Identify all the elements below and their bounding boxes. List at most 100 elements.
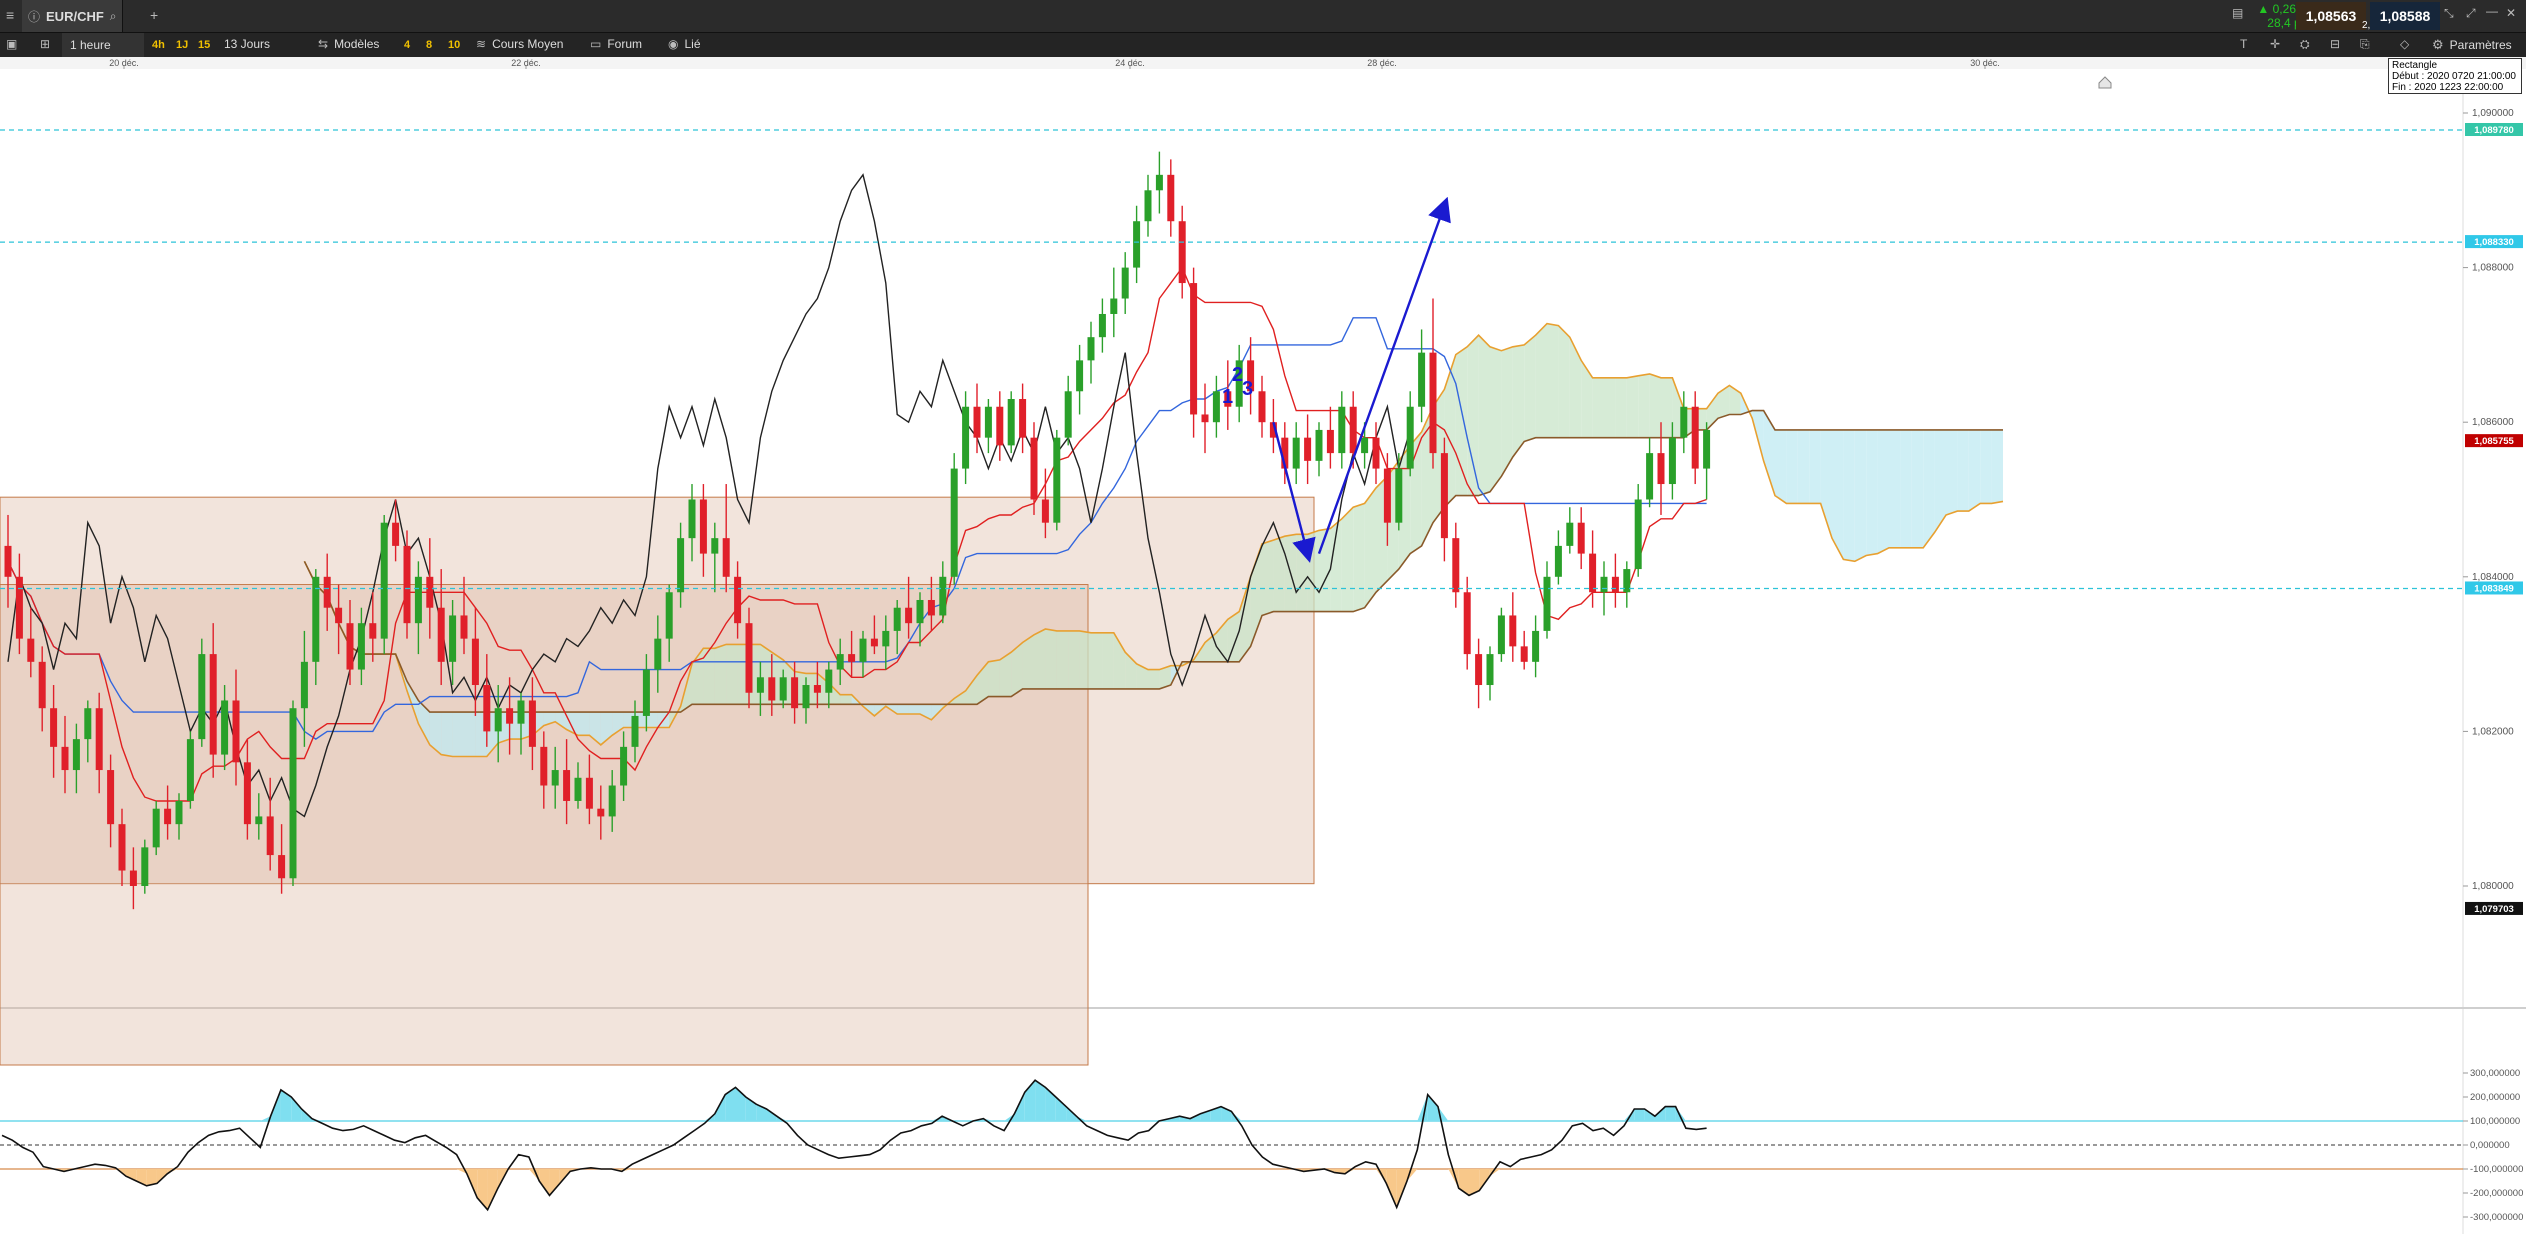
kumo-segment bbox=[726, 644, 738, 705]
candle-body bbox=[779, 677, 787, 701]
candle-body bbox=[1349, 406, 1357, 454]
price-tick-label: 1,088000 bbox=[2472, 263, 2514, 274]
tooltip-line-3: Fin : 2020 1223 22:00:00 bbox=[2392, 82, 2504, 93]
preset-10-button[interactable]: 10 bbox=[448, 39, 460, 51]
price-tick-label: 1,086000 bbox=[2472, 417, 2514, 428]
candle-body bbox=[768, 677, 776, 701]
candle-body bbox=[859, 638, 867, 662]
preset-4-button[interactable]: 4 bbox=[404, 39, 410, 51]
search-icon[interactable]: ⌕ bbox=[110, 9, 117, 24]
eraser-icon[interactable]: ◇ bbox=[2400, 37, 2409, 51]
osc-positive-fill bbox=[291, 1097, 302, 1121]
candle-body bbox=[984, 406, 992, 438]
kumo-segment bbox=[441, 712, 453, 757]
layout-icon[interactable]: ▣ bbox=[6, 37, 17, 51]
indicators-icon[interactable]: ⛭ bbox=[2300, 37, 2310, 52]
minimize-icon[interactable]: ⤡ bbox=[2444, 6, 2454, 21]
candle-body bbox=[232, 700, 240, 763]
timeframe-1j-button[interactable]: 1J bbox=[176, 39, 188, 51]
restore-icon[interactable]: — bbox=[2486, 4, 2498, 18]
kumo-segment bbox=[1079, 630, 1091, 689]
osc-tick-label: -300,000000 bbox=[2470, 1212, 2523, 1223]
linked-button[interactable]: ◉ Lié bbox=[668, 37, 701, 51]
date-label: 30 déc. bbox=[1970, 58, 2000, 68]
candle-body bbox=[95, 708, 103, 771]
kumo-segment bbox=[1854, 429, 1867, 562]
chart-type-icon[interactable]: ▤ bbox=[2232, 6, 2243, 20]
candle-body bbox=[1691, 406, 1699, 469]
add-tab-icon[interactable]: + bbox=[150, 7, 158, 23]
candle-body bbox=[1440, 453, 1448, 539]
candle-body bbox=[1657, 453, 1665, 485]
timeframe-4h-button[interactable]: 4h bbox=[152, 39, 165, 51]
candle-body bbox=[1190, 283, 1198, 415]
price-chart[interactable]: 20 déc. 22 déc. 24 déc. 28 déc. 30 déc. 1,08… bbox=[0, 57, 2526, 1234]
forum-button[interactable]: ▭ Forum bbox=[590, 37, 642, 51]
kumo-segment bbox=[1535, 323, 1547, 438]
timeframe-15-button[interactable]: 15 bbox=[198, 39, 210, 51]
detach-icon[interactable]: ⤢ bbox=[2466, 6, 2476, 21]
kumo-segment bbox=[1797, 429, 1810, 504]
instrument-tab[interactable]: ⓘ EUR/CHF ⌕ bbox=[22, 0, 123, 32]
candle-body bbox=[585, 777, 593, 809]
candle-body bbox=[1520, 646, 1528, 662]
timeframe-select[interactable]: 1 heure bbox=[62, 33, 144, 57]
kumo-segment bbox=[714, 644, 727, 705]
candle-body bbox=[654, 638, 662, 670]
toolbar-right-icons: ▤ bbox=[2232, 6, 2243, 20]
osc-tick-label: 300,000000 bbox=[2470, 1068, 2520, 1079]
candle-body bbox=[221, 700, 229, 755]
candle-body bbox=[882, 630, 890, 647]
kumo-segment bbox=[1490, 346, 1502, 492]
candle-body bbox=[1064, 391, 1072, 438]
period-select[interactable]: 13 Jours bbox=[224, 37, 270, 51]
candle-body bbox=[1600, 576, 1608, 593]
avg-price-button[interactable]: ≋ Cours Moyen bbox=[476, 37, 563, 51]
kumo-segment bbox=[1900, 429, 1912, 548]
settings-button[interactable]: ⚙ Paramètres bbox=[2432, 37, 2512, 53]
candle-body bbox=[973, 406, 981, 438]
candle-body bbox=[939, 576, 947, 616]
osc-tick-label: 0,000000 bbox=[2470, 1140, 2510, 1151]
kumo-segment bbox=[578, 712, 590, 736]
candle-body bbox=[312, 576, 320, 662]
hamburger-menu-icon[interactable]: ≡ bbox=[6, 7, 14, 23]
kumo-segment bbox=[1911, 429, 1924, 548]
close-icon[interactable]: ✕ bbox=[2506, 6, 2516, 20]
osc-tick-label: 100,000000 bbox=[2470, 1116, 2520, 1127]
kumo-segment bbox=[1615, 377, 1627, 438]
kumo-segment bbox=[1649, 373, 1661, 438]
kumo-segment bbox=[1775, 429, 1787, 504]
candle-body bbox=[460, 615, 468, 639]
ask-price[interactable]: 1,08588 bbox=[2370, 2, 2440, 30]
models-button[interactable]: ⇆ Modèles bbox=[318, 37, 379, 51]
candle-body bbox=[175, 800, 183, 825]
kumo-segment bbox=[1102, 632, 1114, 689]
candle-body bbox=[1361, 437, 1369, 454]
candle-body bbox=[266, 816, 274, 856]
candle-body bbox=[1703, 429, 1711, 469]
candle-body bbox=[61, 746, 69, 771]
text-tool-icon[interactable]: T bbox=[2240, 37, 2247, 51]
candle-body bbox=[756, 677, 764, 693]
grid-icon[interactable]: ⊞ bbox=[40, 37, 50, 51]
kumo-segment bbox=[1661, 377, 1673, 438]
candle-body bbox=[813, 685, 821, 693]
scroll-anchor-icon[interactable] bbox=[2098, 76, 2112, 89]
drawing-tools-icon[interactable]: ⊟ bbox=[2330, 37, 2340, 51]
magnet-icon[interactable]: ⎘ bbox=[2360, 37, 2370, 52]
kumo-segment bbox=[1991, 429, 2003, 504]
candle-body bbox=[1041, 499, 1049, 523]
level-value-low-mark: 1,079703 bbox=[2474, 904, 2514, 915]
preset-8-button[interactable]: 8 bbox=[426, 39, 432, 51]
candle-body bbox=[1497, 615, 1505, 655]
candle-body bbox=[1566, 522, 1574, 546]
kumo-segment bbox=[1455, 346, 1468, 496]
date-label: 20 déc. bbox=[109, 58, 139, 68]
crosshair-icon[interactable]: ✛ bbox=[2270, 37, 2280, 51]
bid-price[interactable]: 1,08563 bbox=[2296, 2, 2366, 30]
candle-body bbox=[369, 623, 377, 639]
candle-body bbox=[1680, 406, 1688, 438]
candle-body bbox=[300, 661, 308, 709]
gear-icon: ⚙ bbox=[2432, 37, 2444, 52]
